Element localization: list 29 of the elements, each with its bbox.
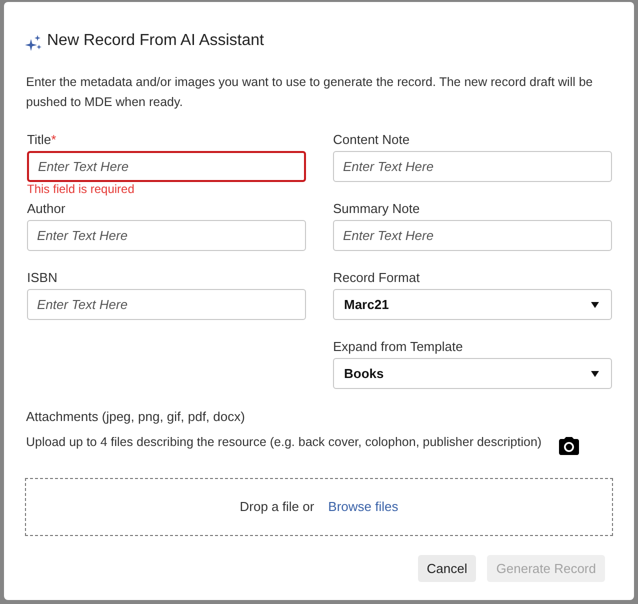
error-message: This field is required	[27, 182, 134, 196]
field-label: Author	[27, 201, 66, 217]
text-input-field[interactable]: Enter Text Here	[333, 151, 612, 182]
field-label: Content Note	[333, 132, 410, 148]
attachments-label: Attachments (jpeg, png, gif, pdf, docx)	[26, 409, 245, 425]
dialog-description: Enter the metadata and/or images you want to use to generate the record. The new record draft will be pushed to MDE when ready.	[26, 74, 594, 111]
browse-files-link[interactable]: Browse files	[328, 497, 398, 517]
field-label: Title*	[27, 132, 56, 148]
field-label: ISBN	[27, 270, 58, 286]
dropdown-select[interactable]: Books	[333, 358, 612, 389]
field-label: Record Format	[333, 270, 420, 286]
field-label: Expand from Template	[333, 339, 463, 355]
upload-hint: Upload up to 4 files describing the resource (e.g. back cover, colophon, publisher description)	[26, 434, 542, 450]
sparkle-icon	[25, 35, 42, 51]
drop-text: Drop a file or	[240, 498, 314, 516]
field-label: Summary Note	[333, 201, 420, 217]
dropdown-select[interactable]: Marc21	[333, 289, 612, 320]
caret-down-icon	[591, 370, 599, 376]
caret-down-icon	[591, 302, 599, 308]
text-input-field[interactable]: Enter Text Here	[27, 220, 306, 251]
text-input-field[interactable]: Enter Text Here	[27, 151, 306, 182]
dialog-title: New Record From AI Assistant	[47, 31, 264, 51]
text-input-field[interactable]: Enter Text Here	[27, 289, 306, 320]
select-value: Marc21	[344, 296, 389, 314]
text-input-field[interactable]: Enter Text Here	[333, 220, 612, 251]
select-value: Books	[344, 364, 384, 383]
camera-icon[interactable]	[558, 437, 580, 455]
file-drop-zone[interactable]: Drop a file or Browse files	[25, 478, 613, 536]
dialog-button[interactable]: Cancel	[418, 555, 476, 582]
